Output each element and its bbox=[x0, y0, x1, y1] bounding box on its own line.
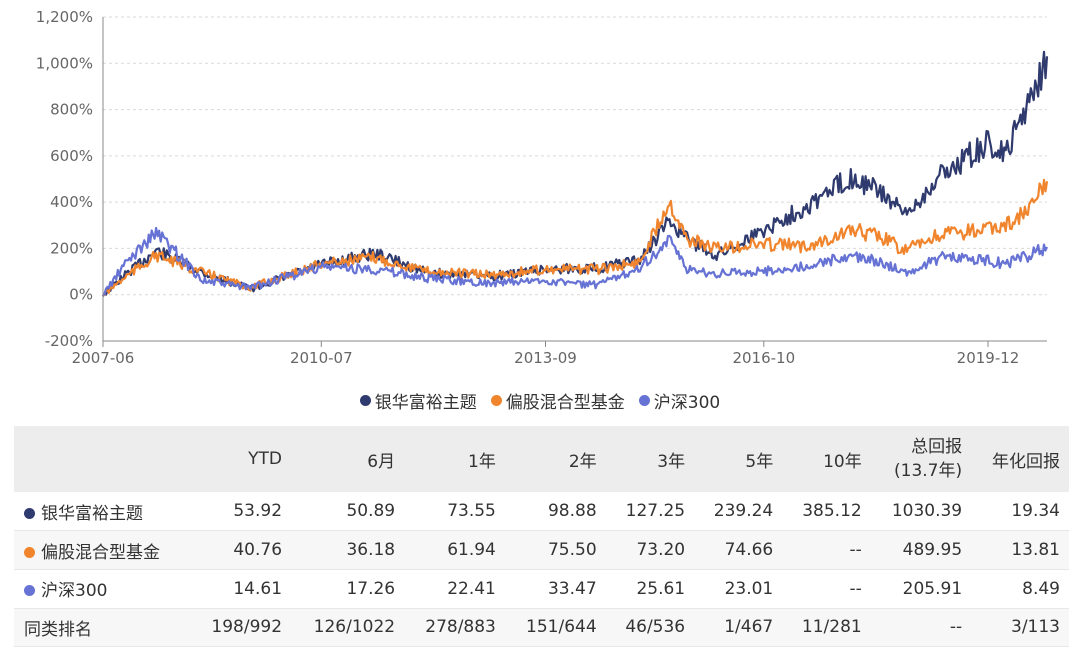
table-row: 偏股混合型基金 40.76 36.18 61.94 75.50 73.20 74.66 -- 4… bbox=[14, 530, 1069, 570]
table-cell: 61.94 bbox=[447, 540, 496, 561]
table-cell: 11/281 bbox=[801, 617, 862, 638]
table-row: 沪深300 14.61 17.26 22.41 33.47 25.61 23.01 -- 205… bbox=[14, 569, 1069, 609]
table-cell: 239.24 bbox=[713, 501, 774, 522]
header-5y: 5年 bbox=[745, 451, 774, 472]
y-axis-ticks: 1,200% 1,000% 800% 600% 400% 200% 0% -200% bbox=[36, 8, 93, 350]
row-name-cell: 同类排名 bbox=[14, 608, 190, 647]
grid-lines bbox=[102, 16, 1047, 342]
performance-line-chart: 1,200% 1,000% 800% 600% 400% 200% 0% -200% 2007… bbox=[36, 8, 1049, 367]
table-cell: 151/644 bbox=[526, 617, 597, 638]
x-tick-label: 2010-07 bbox=[290, 349, 353, 367]
table-cell: 36.18 bbox=[346, 540, 396, 561]
row-name: 偏股混合型基金 bbox=[41, 542, 160, 563]
table-cell: 17.26 bbox=[346, 578, 396, 599]
table-cell: 23.01 bbox=[724, 578, 774, 599]
header-name bbox=[14, 426, 190, 492]
x-axis-ticks: 2007-06 2010-07 2013-09 2016-10 2019-12 bbox=[72, 341, 1020, 367]
header-3y: 3年 bbox=[657, 451, 686, 472]
row-name-cell: 银华富裕主题 bbox=[14, 492, 190, 531]
table-cell: -- bbox=[949, 617, 963, 638]
series-line bbox=[102, 226, 1049, 296]
row-name: 银华富裕主题 bbox=[41, 503, 143, 524]
table-cell: 19.34 bbox=[1011, 501, 1060, 522]
table-row: 同类排名 198/992 126/1022 278/883 151/644 46/536 1… bbox=[14, 608, 1069, 647]
returns-table: YTD 6月 1年 2年 3年 5年 10年 总回报 (13.7年) 年化回报 银… bbox=[14, 426, 1069, 647]
series-lines bbox=[102, 50, 1049, 297]
legend-label-category: 偏股混合型基金 bbox=[505, 393, 625, 413]
legend-label-fund: 银华富裕主题 bbox=[374, 393, 477, 413]
row-name: 同类排名 bbox=[24, 619, 92, 640]
table-cell: 13.81 bbox=[1011, 540, 1060, 561]
row-color-dot bbox=[24, 546, 35, 558]
y-tick-label: 200% bbox=[50, 239, 93, 257]
header-10y: 10年 bbox=[823, 451, 862, 472]
header-ytd: YTD bbox=[248, 449, 283, 469]
header-total-return: 总回报 (13.7年) bbox=[871, 426, 971, 492]
table-cell: 198/992 bbox=[211, 617, 283, 638]
x-tick-label: 2016-10 bbox=[732, 349, 795, 367]
x-tick-label: 2019-12 bbox=[957, 349, 1020, 367]
table-cell: 1/467 bbox=[724, 617, 774, 638]
table-cell: 25.61 bbox=[636, 578, 686, 599]
table-cell: 22.41 bbox=[447, 578, 496, 599]
table-cell: 126/1022 bbox=[313, 617, 396, 638]
table-cell: 14.61 bbox=[233, 578, 283, 599]
row-name-cell: 偏股混合型基金 bbox=[14, 531, 190, 570]
header-total-label: 总回报 bbox=[911, 437, 963, 457]
table-cell: 40.76 bbox=[233, 540, 283, 561]
header-6m: 6月 bbox=[367, 451, 396, 472]
series-line bbox=[102, 178, 1049, 297]
table-row: 银华富裕主题 53.92 50.89 73.55 98.88 127.25 239.24 38… bbox=[14, 492, 1069, 531]
table-cell: 8.49 bbox=[1022, 578, 1060, 599]
table-cell: 489.95 bbox=[902, 540, 963, 561]
table-cell: 46/536 bbox=[625, 617, 686, 638]
table-cell: 385.12 bbox=[802, 501, 862, 522]
table-cell: 33.47 bbox=[547, 578, 597, 599]
table-cell: 75.50 bbox=[547, 540, 597, 561]
table-cell: 205.91 bbox=[902, 578, 963, 599]
table-cell: 53.92 bbox=[233, 501, 283, 522]
header-annualized: 年化回报 bbox=[992, 451, 1060, 472]
x-tick-label: 2013-09 bbox=[514, 349, 577, 367]
series-line bbox=[102, 50, 1049, 297]
row-name-cell: 沪深300 bbox=[14, 569, 190, 608]
y-tick-label: 0% bbox=[69, 286, 93, 304]
header-1y: 1年 bbox=[468, 451, 496, 472]
row-color-dot bbox=[24, 585, 35, 597]
row-name: 沪深300 bbox=[41, 581, 108, 602]
legend-item-category[interactable]: 偏股混合型基金 bbox=[490, 388, 625, 413]
legend-dot-index bbox=[638, 395, 650, 406]
legend-item-index[interactable]: 沪深300 bbox=[638, 388, 721, 413]
legend-label-index: 沪深300 bbox=[653, 393, 721, 413]
table-cell: 50.89 bbox=[346, 501, 396, 522]
legend-item-fund[interactable]: 银华富裕主题 bbox=[359, 388, 477, 413]
header-total-period: (13.7年) bbox=[894, 461, 963, 481]
table-body: 银华富裕主题 53.92 50.89 73.55 98.88 127.25 239.24 38… bbox=[14, 492, 1069, 647]
legend-dot-fund bbox=[359, 395, 371, 406]
table-cell: 74.66 bbox=[724, 540, 774, 561]
legend-dot-category bbox=[490, 395, 502, 406]
table-cell: 73.20 bbox=[636, 540, 686, 561]
table-cell: 127.25 bbox=[625, 501, 686, 522]
x-tick-label: 2007-06 bbox=[72, 349, 135, 367]
y-tick-label: 400% bbox=[50, 193, 93, 211]
table-cell: -- bbox=[849, 540, 862, 561]
table-cell: 98.88 bbox=[547, 501, 597, 522]
table-cell: 1030.39 bbox=[891, 501, 963, 522]
table-cell: -- bbox=[849, 578, 862, 599]
row-color-dot bbox=[24, 507, 35, 519]
table-cell: 278/883 bbox=[425, 617, 496, 638]
y-tick-label: -200% bbox=[45, 332, 93, 350]
table-cell: 73.55 bbox=[447, 501, 496, 522]
y-tick-label: 600% bbox=[50, 147, 93, 165]
y-tick-label: 800% bbox=[50, 101, 93, 119]
table-cell: 3/113 bbox=[1011, 617, 1060, 638]
y-tick-label: 1,000% bbox=[36, 54, 93, 72]
header-2y: 2年 bbox=[568, 451, 597, 472]
y-tick-label: 1,200% bbox=[36, 8, 93, 26]
table-header-row: YTD 6月 1年 2年 3年 5年 10年 总回报 (13.7年) 年化回报 bbox=[14, 426, 1069, 492]
chart-legend: 银华富裕主题 偏股混合型基金 沪深300 bbox=[0, 388, 1080, 413]
